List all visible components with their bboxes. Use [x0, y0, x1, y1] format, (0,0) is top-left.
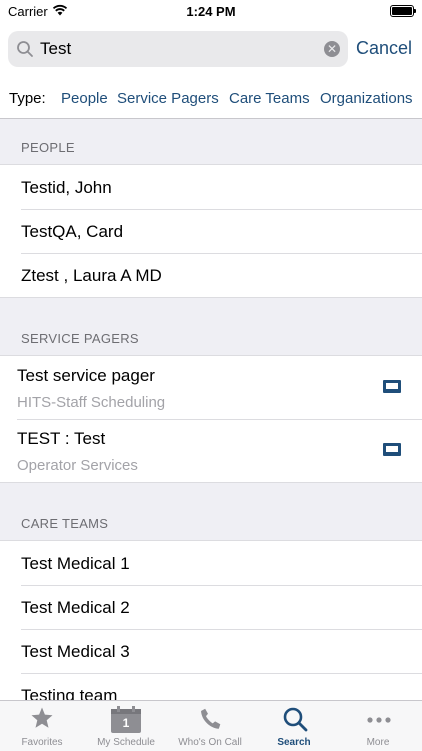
- pagers-group: Test service pager HITS-Staff Scheduling…: [0, 355, 422, 483]
- type-option-organizations[interactable]: Organizations: [320, 90, 413, 107]
- section-header-people: PEOPLE: [21, 140, 75, 155]
- person-name: Ztest , Laura A MD: [21, 266, 162, 285]
- search-bar: Test ✕ Cancel: [0, 22, 422, 74]
- status-bar: Carrier 1:24 PM: [0, 0, 422, 22]
- type-filter-bar: Type: People Service Pagers Care Teams O…: [0, 74, 422, 119]
- type-option-care-teams[interactable]: Care Teams: [229, 90, 310, 107]
- type-option-service-pagers[interactable]: Service Pagers: [117, 90, 219, 107]
- more-icon: [366, 706, 391, 732]
- battery-icon: [390, 5, 416, 17]
- people-group: Testid, John TestQA, Card Ztest , Laura …: [0, 164, 422, 298]
- pager-title: TEST : Test: [17, 429, 106, 448]
- tab-label: My Schedule: [97, 737, 155, 748]
- list-item[interactable]: TEST : Test Operator Services: [0, 419, 422, 482]
- calendar-day: 1: [122, 716, 130, 730]
- team-name: Test Medical 2: [21, 598, 130, 617]
- star-icon: [30, 706, 54, 732]
- tab-my-schedule[interactable]: 1 My Schedule: [84, 701, 168, 751]
- clock: 1:24 PM: [186, 4, 236, 19]
- list-item[interactable]: Testid, John: [0, 165, 422, 209]
- list-item[interactable]: TestQA, Card: [0, 209, 422, 253]
- team-name: Testing team: [21, 686, 118, 700]
- list-item[interactable]: Testing team: [0, 673, 422, 700]
- tab-bar: Favorites 1 My Schedule Who's On Call Se…: [0, 700, 422, 751]
- tab-label: Favorites: [21, 737, 63, 748]
- list-item[interactable]: Test Medical 3: [0, 629, 422, 673]
- pager-subtitle: Operator Services: [17, 457, 138, 474]
- person-name: Testid, John: [21, 178, 112, 197]
- results-list[interactable]: PEOPLE Testid, John TestQA, Card Ztest ,…: [0, 119, 422, 700]
- tab-label: More: [366, 737, 390, 748]
- team-name: Test Medical 1: [21, 554, 130, 573]
- search-query[interactable]: Test: [40, 39, 71, 59]
- tab-more[interactable]: More: [336, 701, 420, 751]
- tab-favorites[interactable]: Favorites: [0, 701, 84, 751]
- pager-subtitle: HITS-Staff Scheduling: [17, 394, 166, 411]
- list-item[interactable]: Test Medical 2: [0, 585, 422, 629]
- tab-label: Search: [277, 737, 311, 748]
- section-header-service-pagers: SERVICE PAGERS: [21, 331, 139, 346]
- magnifier-icon: [16, 40, 34, 58]
- search-icon: [282, 706, 308, 732]
- type-label: Type:: [9, 90, 46, 107]
- search-input[interactable]: Test ✕: [8, 31, 348, 67]
- pager-icon[interactable]: [383, 380, 401, 393]
- person-name: TestQA, Card: [21, 222, 124, 241]
- tab-search[interactable]: Search: [252, 701, 336, 751]
- tab-whos-on-call[interactable]: Who's On Call: [168, 701, 252, 751]
- section-header-care-teams: CARE TEAMS: [21, 516, 109, 531]
- list-item[interactable]: Ztest , Laura A MD: [0, 253, 422, 297]
- type-option-people[interactable]: People: [61, 90, 108, 107]
- pager-title: Test service pager: [17, 366, 155, 385]
- pager-icon[interactable]: [383, 443, 401, 456]
- care-teams-group: Test Medical 1 Test Medical 2 Test Medic…: [0, 540, 422, 700]
- tab-label: Who's On Call: [178, 737, 242, 748]
- phone-icon: [198, 706, 222, 732]
- list-item[interactable]: Test Medical 1: [0, 541, 422, 585]
- list-item[interactable]: Test service pager HITS-Staff Scheduling: [0, 356, 422, 419]
- team-name: Test Medical 3: [21, 642, 130, 661]
- cancel-button[interactable]: Cancel: [356, 38, 412, 59]
- clear-search-icon[interactable]: ✕: [324, 41, 340, 57]
